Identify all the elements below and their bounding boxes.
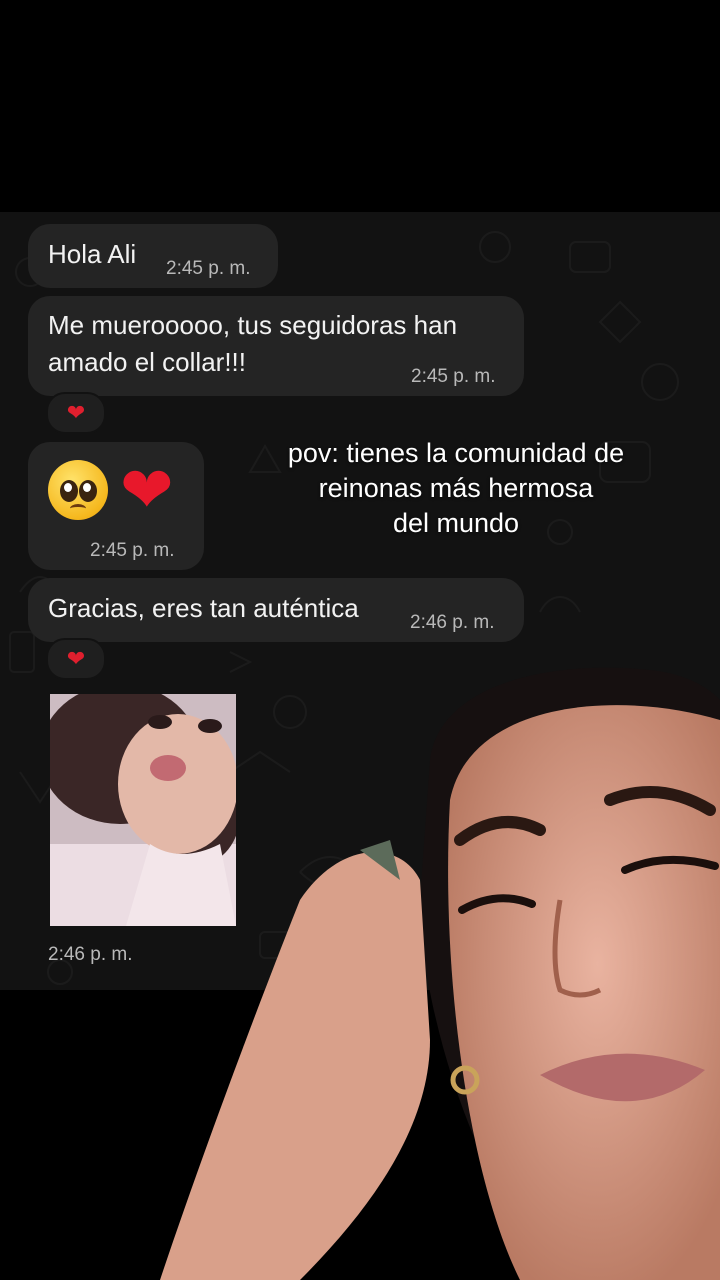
- message-bubble-3[interactable]: ❤ 2:45 p. m.: [28, 442, 204, 570]
- heart-reaction[interactable]: ❤: [46, 392, 106, 434]
- photo-image: [50, 694, 236, 926]
- overlay-caption: pov: tienes la comunidad de reinonas más…: [256, 436, 656, 541]
- message-text-line-2: amado el collar!!!: [48, 347, 246, 377]
- heart-icon: ❤: [120, 454, 174, 526]
- message-timestamp: 2:46 p. m.: [410, 612, 495, 633]
- pleading-face-icon: [48, 460, 108, 520]
- heart-icon: ❤: [66, 646, 86, 671]
- photo-timestamp: 2:46 p. m.: [48, 944, 133, 965]
- message-text: Hola Ali: [48, 239, 137, 269]
- message-bubble-1[interactable]: Hola Ali 2:45 p. m.: [28, 224, 278, 288]
- caption-line-2: reinonas más hermosa: [318, 473, 594, 503]
- heart-reaction[interactable]: ❤: [46, 638, 106, 680]
- message-text-line-1: Me muerooooo, tus seguidoras han: [48, 310, 458, 340]
- message-timestamp: 2:45 p. m.: [90, 540, 175, 561]
- caption-line-3: del mundo: [392, 508, 520, 538]
- message-bubble-2[interactable]: Me muerooooo, tus seguidoras han amado e…: [28, 296, 524, 396]
- message-timestamp: 2:45 p. m.: [166, 258, 251, 279]
- shared-photo[interactable]: [50, 694, 236, 926]
- message-bubble-4[interactable]: Gracias, eres tan auténtica 2:46 p. m.: [28, 578, 524, 642]
- heart-icon: ❤: [66, 400, 86, 425]
- message-timestamp: 2:45 p. m.: [411, 366, 496, 387]
- caption-line-1: pov: tienes la comunidad de: [287, 438, 625, 468]
- message-text: Gracias, eres tan auténtica: [48, 593, 359, 623]
